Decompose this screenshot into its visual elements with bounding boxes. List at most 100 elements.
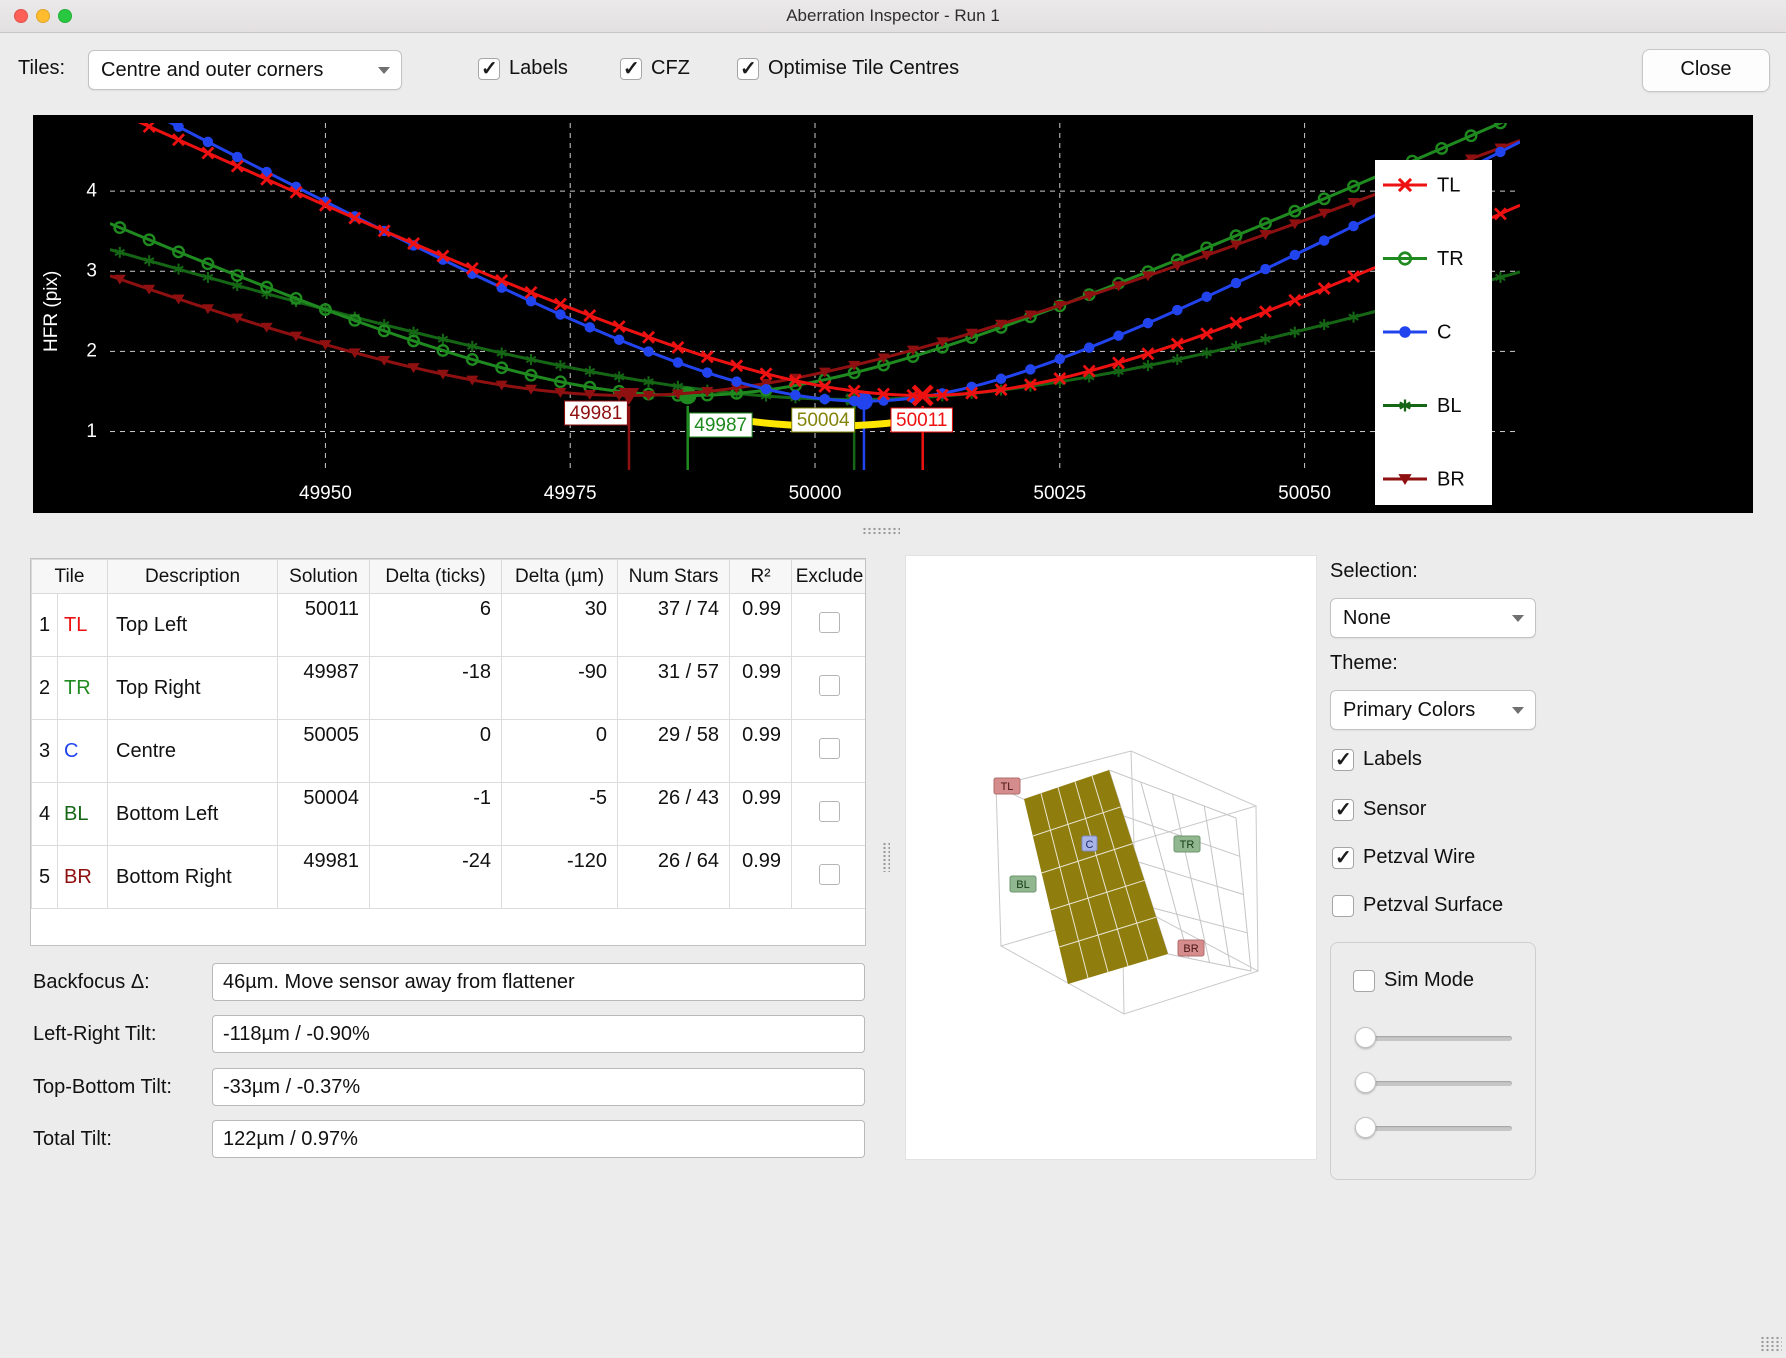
resize-grip[interactable] (1760, 1336, 1782, 1352)
horizontal-splitter[interactable] (862, 527, 900, 535)
tiles-dropdown[interactable]: Centre and outer corners (88, 50, 402, 90)
r2-cell: 0.99 (730, 783, 792, 846)
table-row[interactable]: 5BRBottom Right49981-24-12026 / 640.99 (32, 846, 867, 909)
solution-cell: 49987 (278, 657, 370, 720)
tile-cell: TL (58, 594, 108, 657)
backfocus-field[interactable]: 46µm. Move sensor away from flattener (212, 963, 865, 1001)
table-row[interactable]: 2TRTop Right49987-18-9031 / 570.99 (32, 657, 867, 720)
left-right-tilt-row: Left-Right Tilt: -118µm / -0.90% (33, 1014, 865, 1054)
slider-thumb[interactable] (1355, 1027, 1376, 1048)
petzval-3d-view[interactable]: TL TR C BL BR (905, 555, 1317, 1160)
exclude-checkbox[interactable] (819, 738, 840, 759)
description-cell: Top Left (108, 594, 278, 657)
r2-cell: 0.99 (730, 594, 792, 657)
column-header[interactable]: Delta (µm) (502, 560, 618, 594)
total-tilt-label: Total Tilt: (33, 1128, 212, 1151)
cfz-checkbox[interactable]: CFZ (620, 57, 690, 80)
theme-dropdown-value: Primary Colors (1331, 691, 1535, 729)
row-number-cell: 4 (32, 783, 58, 846)
column-header[interactable]: Delta (ticks) (370, 560, 502, 594)
table-row[interactable]: 1TLTop Left5001163037 / 740.99 (32, 594, 867, 657)
row-number-cell: 5 (32, 846, 58, 909)
checkbox-box[interactable] (478, 58, 500, 80)
r2-cell: 0.99 (730, 846, 792, 909)
tile-chip-br: BR (1178, 940, 1204, 956)
petzval-wire-checkbox[interactable]: Petzval Wire (1332, 846, 1475, 869)
optimise-tile-centres-checkbox[interactable]: Optimise Tile Centres (737, 57, 959, 80)
top-bottom-tilt-label: Top-Bottom Tilt: (33, 1076, 212, 1099)
selection-dropdown[interactable]: None (1330, 598, 1536, 638)
close-button[interactable]: Close (1642, 49, 1770, 92)
checkbox-box[interactable] (737, 58, 759, 80)
exclude-checkbox[interactable] (819, 864, 840, 885)
title-bar[interactable]: Aberration Inspector - Run 1 (0, 0, 1786, 33)
slider-track[interactable] (1355, 1036, 1512, 1041)
exclude-checkbox[interactable] (819, 612, 840, 633)
checkbox-box[interactable] (620, 58, 642, 80)
column-header[interactable]: Description (108, 560, 278, 594)
vertical-splitter[interactable] (882, 842, 890, 872)
tile-cell: C (58, 720, 108, 783)
column-header[interactable]: Exclude (792, 560, 866, 594)
labels-checkbox[interactable]: Labels (478, 57, 568, 80)
slider-thumb[interactable] (1355, 1072, 1376, 1093)
sim-slider-3[interactable] (1355, 1117, 1512, 1139)
table-body: 1TLTop Left5001163037 / 740.992TRTop Rig… (32, 594, 867, 909)
row-number-cell: 1 (32, 594, 58, 657)
selection-label: Selection: (1330, 560, 1418, 583)
row-number-cell: 3 (32, 720, 58, 783)
tile-cell: BR (58, 846, 108, 909)
delta-ticks-cell: -1 (370, 783, 502, 846)
total-tilt-field[interactable]: 122µm / 0.97% (212, 1120, 865, 1158)
svg-text:TL: TL (1001, 781, 1014, 793)
hfr-plot-canvas[interactable] (33, 115, 1753, 513)
hfr-chart (33, 115, 1753, 513)
theme-dropdown[interactable]: Primary Colors (1330, 690, 1536, 730)
slider-thumb[interactable] (1355, 1117, 1376, 1138)
chevron-down-icon (378, 67, 390, 74)
column-header[interactable]: Num Stars (618, 560, 730, 594)
delta-ticks-cell: -18 (370, 657, 502, 720)
left-right-tilt-field[interactable]: -118µm / -0.90% (212, 1015, 865, 1053)
delta-um-cell: -5 (502, 783, 618, 846)
checkbox-box[interactable] (1332, 799, 1354, 821)
exclude-checkbox[interactable] (819, 675, 840, 696)
description-cell: Top Right (108, 657, 278, 720)
sim-mode-checkbox[interactable]: Sim Mode (1353, 969, 1474, 992)
exclude-cell (792, 720, 866, 783)
checkbox-box[interactable] (1332, 749, 1354, 771)
column-header[interactable]: Tile (32, 560, 108, 594)
petzval-surface-checkbox[interactable]: Petzval Surface (1332, 894, 1503, 917)
checkbox-box[interactable] (1332, 895, 1354, 917)
table-row[interactable]: 4BLBottom Left50004-1-526 / 430.99 (32, 783, 867, 846)
checkbox-label: Petzval Wire (1363, 846, 1475, 869)
checkbox-box[interactable] (1332, 847, 1354, 869)
column-header[interactable]: Solution (278, 560, 370, 594)
tile-chip-bl: BL (1010, 876, 1036, 892)
tile-table: TileDescriptionSolutionDelta (ticks)Delt… (31, 559, 866, 909)
top-bottom-tilt-field[interactable]: -33µm / -0.37% (212, 1068, 865, 1106)
checkbox-box[interactable] (1353, 970, 1375, 992)
exclude-cell (792, 846, 866, 909)
column-header[interactable]: R² (730, 560, 792, 594)
exclude-cell (792, 594, 866, 657)
sim-slider-2[interactable] (1355, 1072, 1512, 1094)
slider-track[interactable] (1355, 1126, 1512, 1131)
r2-cell: 0.99 (730, 657, 792, 720)
num-stars-cell: 26 / 43 (618, 783, 730, 846)
tile-cell: TR (58, 657, 108, 720)
num-stars-cell: 29 / 58 (618, 720, 730, 783)
sim-slider-1[interactable] (1355, 1027, 1512, 1049)
table-row[interactable]: 3CCentre500050029 / 580.99 (32, 720, 867, 783)
delta-um-cell: 0 (502, 720, 618, 783)
tile-cell: BL (58, 783, 108, 846)
tiles-label: Tiles: (18, 57, 65, 80)
description-cell: Centre (108, 720, 278, 783)
delta-ticks-cell: 0 (370, 720, 502, 783)
labels-3d-checkbox[interactable]: Labels (1332, 748, 1422, 771)
solution-cell: 50005 (278, 720, 370, 783)
exclude-checkbox[interactable] (819, 801, 840, 822)
slider-track[interactable] (1355, 1081, 1512, 1086)
selection-dropdown-value: None (1331, 599, 1535, 637)
sensor-checkbox[interactable]: Sensor (1332, 798, 1426, 821)
